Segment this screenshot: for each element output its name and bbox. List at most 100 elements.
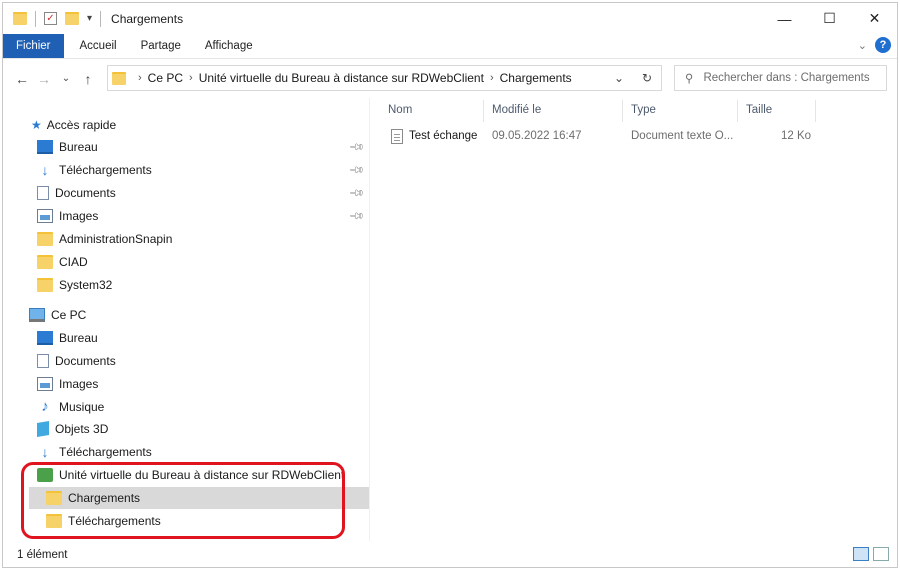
customize-toolbar-icon[interactable]: ▾: [87, 13, 92, 24]
nav-quick-administrationsnapin[interactable]: AdministrationSnapin: [37, 228, 172, 250]
column-header-taille[interactable]: Taille: [746, 98, 806, 122]
column-separator[interactable]: [483, 100, 484, 122]
text-file-icon: [391, 128, 403, 144]
breadcrumb-drive[interactable]: Unité virtuelle du Bureau à distance sur…: [199, 71, 484, 85]
3d-objects-icon: [37, 420, 49, 438]
navigation-pane: ★ Accès rapide Bureau 📌︎ ↓ Téléchargemen…: [3, 98, 369, 541]
nav-label: Musique: [59, 400, 105, 414]
nav-quick-ciad[interactable]: CIAD: [37, 251, 88, 273]
chevron-down-icon[interactable]: ⌄: [605, 71, 633, 85]
column-separator[interactable]: [737, 100, 738, 122]
details-view-icon[interactable]: [853, 547, 869, 561]
separator: [35, 10, 36, 27]
nav-this-pc[interactable]: Ce PC: [29, 304, 86, 326]
up-arrow-icon[interactable]: ↑: [77, 71, 99, 87]
nav-label: Images: [59, 209, 99, 223]
chevron-right-icon[interactable]: ›: [189, 72, 193, 84]
nav-label: Téléchargements: [59, 163, 152, 177]
help-icon[interactable]: ?: [875, 37, 891, 53]
nav-quick-bureau[interactable]: Bureau 📌︎: [37, 136, 369, 158]
nav-label: Unité virtuelle du Bureau à distance sur…: [59, 468, 345, 482]
close-button[interactable]: ✕: [852, 3, 897, 34]
folder-icon: [37, 278, 53, 292]
pictures-icon: [37, 209, 53, 223]
column-header-nom[interactable]: Nom: [388, 98, 488, 122]
column-separator[interactable]: [815, 100, 816, 122]
properties-icon[interactable]: ✓: [44, 12, 57, 25]
file-modified: 09.05.2022 16:47: [492, 130, 582, 142]
download-icon: ↓: [41, 162, 49, 178]
nav-label: Téléchargements: [59, 445, 152, 459]
nav-quick-images[interactable]: Images 📌︎: [37, 205, 369, 227]
search-placeholder: Rechercher dans : Chargements: [703, 72, 870, 84]
item-count: 1 élément: [17, 549, 68, 561]
nav-label: Téléchargements: [68, 514, 161, 528]
nav-quick-telechargements[interactable]: ↓ Téléchargements 📌︎: [37, 159, 369, 181]
nav-virtual-drive[interactable]: Unité virtuelle du Bureau à distance sur…: [37, 464, 344, 486]
music-icon: ♪: [41, 398, 49, 415]
column-header-type[interactable]: Type: [631, 98, 731, 122]
nav-label: Ce PC: [51, 308, 87, 322]
column-header-modifie[interactable]: Modifié le: [492, 98, 622, 122]
nav-label: Images: [59, 377, 99, 391]
pane-divider[interactable]: [369, 98, 370, 541]
back-arrow-icon[interactable]: ←: [11, 71, 33, 87]
new-folder-icon[interactable]: [65, 12, 79, 25]
pin-icon: 📌︎: [348, 138, 366, 156]
nav-quick-access[interactable]: ★ Accès rapide: [31, 114, 116, 136]
search-icon: ⚲: [685, 73, 694, 85]
table-row[interactable]: Test échange 09.05.2022 16:47 Document t…: [379, 125, 857, 147]
explorer-window: ✓ ▾ Chargements — ☐ ✕ Fichier Accueil Pa…: [2, 2, 898, 568]
nav-drive-chargements[interactable]: Chargements: [29, 487, 369, 509]
nav-label: Chargements: [68, 491, 141, 505]
desktop-icon: [37, 140, 53, 154]
forward-arrow-icon[interactable]: →: [33, 71, 55, 87]
nav-pc-bureau[interactable]: Bureau: [37, 327, 98, 349]
computer-icon: [29, 308, 45, 322]
breadcrumb-ce-pc[interactable]: Ce PC: [148, 71, 183, 85]
nav-label: CIAD: [59, 255, 88, 269]
nav-pc-musique[interactable]: ♪ Musique: [37, 396, 104, 418]
nav-quick-system32[interactable]: System32: [37, 274, 112, 296]
breadcrumb-chargements[interactable]: Chargements: [500, 71, 572, 85]
nav-quick-documents[interactable]: Documents 📌︎: [37, 182, 369, 204]
address-tools: ⌄ ↻: [605, 66, 661, 90]
file-name: Test échange: [409, 130, 478, 142]
expand-ribbon-icon[interactable]: ⌄: [858, 39, 867, 52]
status-bar: 1 élément: [3, 543, 897, 567]
nav-label: Accès rapide: [46, 118, 117, 132]
tab-partage[interactable]: Partage: [129, 34, 193, 58]
pin-icon: 📌︎: [348, 161, 366, 179]
minimize-button[interactable]: —: [762, 3, 807, 34]
file-name-cell: Test échange: [391, 125, 477, 147]
maximize-button[interactable]: ☐: [807, 3, 852, 34]
desktop-icon: [37, 331, 53, 345]
nav-label: System32: [59, 278, 113, 292]
nav-drive-telechargements[interactable]: Téléchargements: [46, 510, 161, 532]
nav-pc-telechargements[interactable]: ↓ Téléchargements: [37, 441, 152, 463]
folder-icon: [112, 71, 126, 85]
tab-accueil[interactable]: Accueil: [68, 34, 129, 58]
documents-icon: [37, 186, 49, 200]
folder-icon: [37, 255, 53, 269]
search-box[interactable]: ⚲ Rechercher dans : Chargements: [674, 65, 887, 91]
pin-icon: 📌︎: [348, 184, 366, 202]
nav-label: Documents: [55, 186, 116, 200]
quick-access-toolbar: ✓ ▾: [13, 10, 105, 27]
title-bar: ✓ ▾ Chargements — ☐ ✕: [3, 3, 897, 34]
tab-affichage[interactable]: Affichage: [193, 34, 265, 58]
column-separator[interactable]: [622, 100, 623, 122]
tab-fichier[interactable]: Fichier: [3, 34, 64, 58]
recent-locations-icon[interactable]: ⌄: [55, 73, 77, 84]
nav-pc-objets-3d[interactable]: Objets 3D: [37, 418, 108, 440]
refresh-icon[interactable]: ↻: [633, 71, 661, 85]
navigation-bar: ← → ⌄ ↑ › Ce PC › Unité virtuelle du Bur…: [3, 58, 897, 98]
address-bar[interactable]: › Ce PC › Unité virtuelle du Bureau à di…: [107, 65, 662, 91]
chevron-right-icon[interactable]: ›: [490, 72, 494, 84]
large-icons-view-icon[interactable]: [873, 547, 889, 561]
nav-label: Documents: [55, 354, 116, 368]
nav-pc-documents[interactable]: Documents: [37, 350, 116, 372]
download-icon: ↓: [41, 444, 49, 460]
chevron-right-icon[interactable]: ›: [138, 72, 142, 84]
nav-pc-images[interactable]: Images: [37, 373, 98, 395]
